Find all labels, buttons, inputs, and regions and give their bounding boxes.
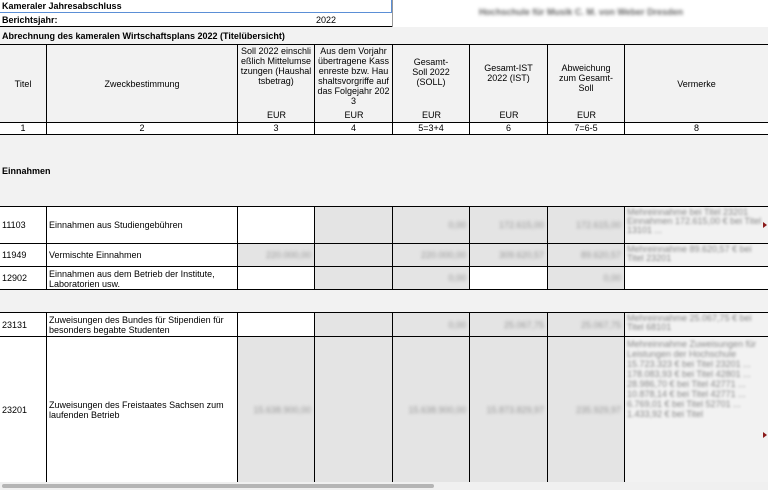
- col-header-gesamt-ist-unit: EUR: [499, 110, 519, 120]
- table-row-gesamt-soll[interactable]: 0,00: [393, 207, 470, 244]
- spacer-row[interactable]: [0, 290, 768, 313]
- table-row-vermerk[interactable]: Mehreinnahme 89.620,57 € bei Titel 23201: [625, 244, 768, 267]
- table-row-vorjahr[interactable]: [315, 313, 393, 337]
- table-row-vermerk[interactable]: Mehreinnahme 25.067,75 € bei Titel 68101: [625, 313, 768, 337]
- col-header-abweichung-unit: EUR: [576, 110, 596, 120]
- col-header-gesamt-soll-unit: EUR: [421, 110, 441, 120]
- col-header-abweichung[interactable]: Abweichung zum Gesamt-Soll EUR: [548, 45, 625, 123]
- section-title-cell[interactable]: Abrechnung des kameralen Wirtschaftsplan…: [0, 27, 768, 45]
- group-einnahmen[interactable]: Einnahmen: [0, 135, 768, 207]
- table-row-gesamt-ist[interactable]: [470, 267, 548, 290]
- group-label: Einnahmen: [2, 166, 51, 176]
- report-year-label-cell[interactable]: Berichtsjahr:: [0, 13, 236, 27]
- table-row-abweichung[interactable]: 0,00: [548, 267, 625, 290]
- col-number[interactable]: 3: [238, 123, 315, 135]
- table-row-gesamt-ist[interactable]: 309.620,57: [470, 244, 548, 267]
- spreadsheet: Kameraler Jahresabschluss Hochschule für…: [0, 0, 768, 482]
- table-row-titel[interactable]: 12902: [0, 267, 47, 290]
- table-row-soll[interactable]: 220.000,00: [238, 244, 315, 267]
- report-title-cell[interactable]: Kameraler Jahresabschluss: [0, 0, 392, 13]
- col-number[interactable]: 6: [470, 123, 548, 135]
- col-header-gesamt-ist[interactable]: Gesamt-IST 2022 (IST) EUR: [470, 45, 548, 123]
- table-row-abweichung[interactable]: 25.067,75: [548, 313, 625, 337]
- scrollbar-thumb[interactable]: [2, 484, 434, 488]
- comment-marker-icon[interactable]: [763, 222, 767, 228]
- table-row-zweck[interactable]: Einnahmen aus Studiengebühren: [47, 207, 238, 244]
- table-row-soll[interactable]: [238, 267, 315, 290]
- col-number[interactable]: 4: [315, 123, 393, 135]
- table-row-vermerk[interactable]: Mehreinnahme bei Titel 23201 Einnahmen 1…: [625, 207, 768, 244]
- report-year-cell[interactable]: 2022: [236, 13, 392, 27]
- table-row-vorjahr[interactable]: [315, 267, 393, 290]
- table-row-zweck[interactable]: Zuweisungen des Freistaates Sachsen zum …: [47, 337, 238, 482]
- table-row-gesamt-ist[interactable]: 15.873.829,97: [470, 337, 548, 482]
- table-row-abweichung[interactable]: 172.615,00: [548, 207, 625, 244]
- institution-name: Hochschule für Musik C. M. von Weber Dre…: [478, 7, 684, 17]
- col-header-soll[interactable]: Soll 2022 einschließlich Mittelumsetzung…: [238, 45, 315, 123]
- table-row-soll[interactable]: [238, 313, 315, 337]
- table-row-titel[interactable]: 11103: [0, 207, 47, 244]
- institution-cell[interactable]: Hochschule für Musik C. M. von Weber Dre…: [392, 0, 768, 27]
- table-row-vermerk[interactable]: [625, 267, 768, 290]
- table-row-titel[interactable]: 23131: [0, 313, 47, 337]
- table-row-soll[interactable]: 15.638.900,00: [238, 337, 315, 482]
- col-header-zweckbestimmung[interactable]: Zweckbestimmung: [47, 45, 238, 123]
- table-row-titel[interactable]: 23201: [0, 337, 47, 482]
- comment-marker-icon[interactable]: [763, 432, 767, 438]
- table-row-soll[interactable]: [238, 207, 315, 244]
- table-row-gesamt-soll[interactable]: 220.000,00: [393, 244, 470, 267]
- col-header-titel[interactable]: Titel: [0, 45, 47, 123]
- table-row-zweck[interactable]: Einnahmen aus dem Betrieb der Institute,…: [47, 267, 238, 290]
- col-header-vorjahr-unit: EUR: [344, 110, 364, 120]
- col-header-gesamt-soll[interactable]: Gesamt-Soll 2022 (SOLL) EUR: [393, 45, 470, 123]
- table-row-gesamt-ist[interactable]: 172.615,00: [470, 207, 548, 244]
- table-row-gesamt-soll[interactable]: 0,00: [393, 267, 470, 290]
- table-row-vorjahr[interactable]: [315, 207, 393, 244]
- col-number[interactable]: 8: [625, 123, 768, 135]
- table-row-zweck[interactable]: Zuweisungen des Bundes für Stipendien fü…: [47, 313, 238, 337]
- col-header-soll-unit: EUR: [266, 110, 286, 120]
- table-row-abweichung[interactable]: 89.620,57: [548, 244, 625, 267]
- report-title: Kameraler Jahresabschluss: [2, 1, 122, 11]
- col-header-vermerke[interactable]: Vermerke: [625, 45, 768, 123]
- table-row-titel[interactable]: 11949: [0, 244, 47, 267]
- section-title: Abrechnung des kameralen Wirtschaftsplan…: [2, 30, 285, 41]
- table-row-gesamt-soll[interactable]: 0,00: [393, 313, 470, 337]
- report-year-label: Berichtsjahr:: [2, 14, 58, 25]
- table-row-vermerk[interactable]: Mehreinnahme Zuweisungen für Leistungen …: [625, 337, 768, 482]
- col-number[interactable]: 1: [0, 123, 47, 135]
- col-number[interactable]: 5=3+4: [393, 123, 470, 135]
- table-row-gesamt-soll[interactable]: 15.638.900,00: [393, 337, 470, 482]
- col-number[interactable]: 7=6-5: [548, 123, 625, 135]
- report-year: 2022: [316, 14, 337, 25]
- table-row-zweck[interactable]: Vermischte Einnahmen: [47, 244, 238, 267]
- table-row-gesamt-ist[interactable]: 25.067,75: [470, 313, 548, 337]
- col-header-vorjahr[interactable]: Aus dem Vorjahr übertragene Kassenreste …: [315, 45, 393, 123]
- horizontal-scrollbar[interactable]: [0, 482, 768, 490]
- table-row-vorjahr[interactable]: [315, 337, 393, 482]
- col-number[interactable]: 2: [47, 123, 238, 135]
- table-row-vorjahr[interactable]: [315, 244, 393, 267]
- table-row-abweichung[interactable]: 235.929,97: [548, 337, 625, 482]
